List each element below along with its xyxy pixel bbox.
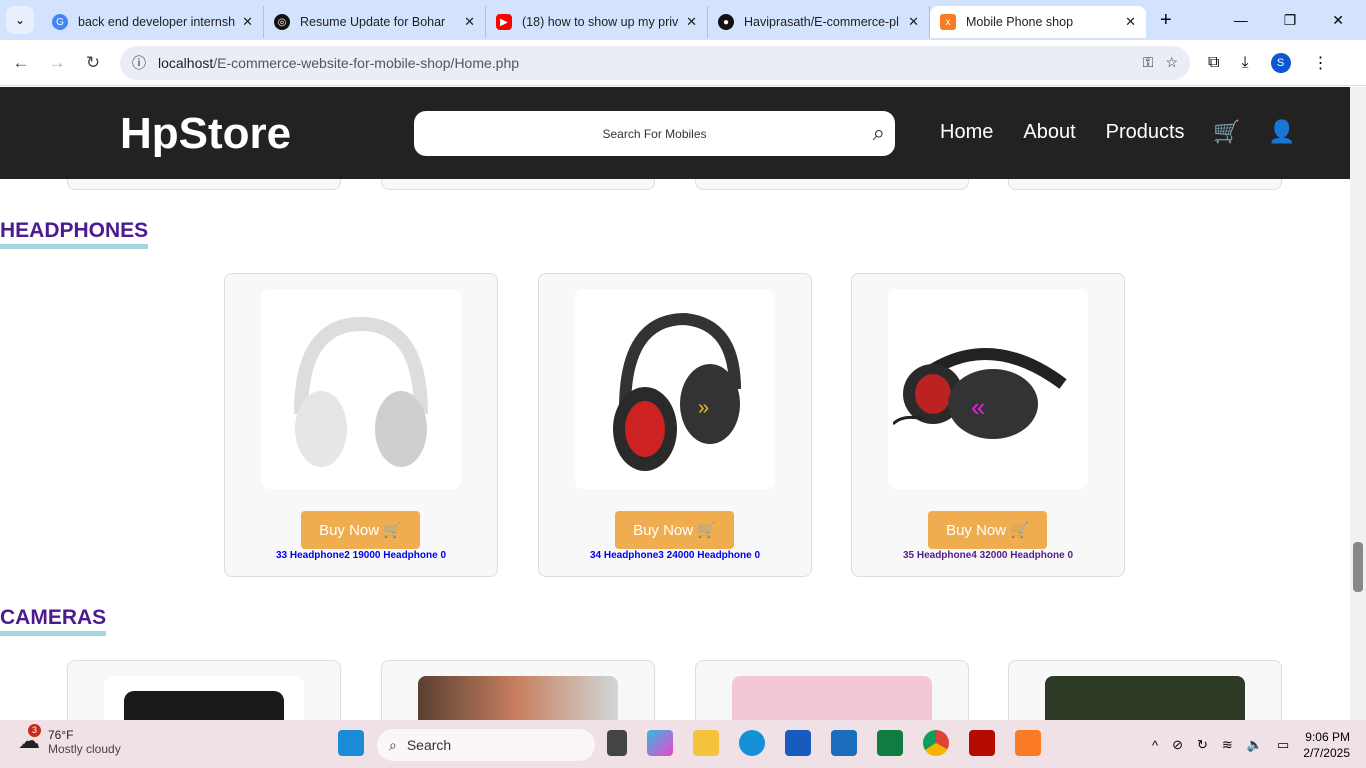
browser-tab[interactable]: ● Haviprasath/E-commerce-pl ✕ bbox=[708, 6, 930, 38]
network-off-icon[interactable]: ⊘ bbox=[1172, 737, 1183, 753]
nav-products[interactable]: Products bbox=[1106, 121, 1185, 144]
section-title-headphones: HEADPHONES bbox=[0, 218, 149, 249]
buy-now-button[interactable]: Buy Now 🛒 bbox=[928, 511, 1047, 549]
product-card: Buy Now 🛒 33 Headphone2 19000 Headphone … bbox=[224, 273, 498, 577]
search-input[interactable]: Search For Mobiles ⌕ bbox=[414, 111, 895, 156]
youtube-icon: ▶ bbox=[496, 14, 512, 30]
windows-start-icon[interactable] bbox=[338, 730, 364, 756]
product-card: « Buy Now 🛒 35 Headphone4 32000 Headphon… bbox=[851, 273, 1125, 577]
site-header: HpStore Search For Mobiles ⌕ Home About P… bbox=[0, 87, 1350, 179]
volume-icon[interactable]: 🔈 bbox=[1247, 737, 1263, 753]
close-tab-icon[interactable]: ✕ bbox=[464, 14, 475, 30]
product-image-headphone-white[interactable] bbox=[261, 289, 461, 489]
extensions-icon[interactable]: ⧉ bbox=[1208, 54, 1219, 72]
tab-strip: ⌄ Gback end developer internsh ✕ ◎ Resume … bbox=[0, 0, 1366, 40]
copilot-icon[interactable] bbox=[647, 730, 673, 756]
section-title-cameras: CAMERAS bbox=[0, 605, 107, 636]
bookmark-star-icon[interactable]: ☆ bbox=[1165, 54, 1178, 71]
close-window-icon[interactable]: ✕ bbox=[1332, 12, 1344, 29]
back-icon[interactable]: ← bbox=[12, 53, 30, 73]
github-icon: ● bbox=[718, 14, 734, 30]
battery-icon[interactable]: ▭ bbox=[1277, 737, 1289, 753]
close-tab-icon[interactable]: ✕ bbox=[242, 14, 253, 30]
reload-icon[interactable]: ↻ bbox=[84, 53, 102, 73]
cloud-icon: ☁ 3 bbox=[18, 724, 41, 753]
product-image-camera[interactable] bbox=[732, 676, 932, 720]
acrobat-icon[interactable] bbox=[969, 730, 995, 756]
restore-icon[interactable]: ❐ bbox=[1284, 12, 1297, 29]
forward-icon[interactable]: → bbox=[48, 53, 66, 73]
browser-tab-active[interactable]: x Mobile Phone shop ✕ bbox=[930, 6, 1146, 38]
xampp-icon: x bbox=[940, 14, 956, 30]
page-scrollbar[interactable] bbox=[1350, 87, 1366, 720]
taskbar-search[interactable]: ⌕ Search bbox=[377, 729, 595, 761]
clock[interactable]: 9:06 PM 2/7/2025 bbox=[1303, 729, 1350, 761]
weather-widget[interactable]: ☁ 3 76°F Mostly cloudy bbox=[18, 724, 121, 756]
chatgpt-icon: ◎ bbox=[274, 14, 290, 30]
chrome-icon[interactable] bbox=[923, 730, 949, 756]
scrollbar-thumb[interactable] bbox=[1353, 542, 1363, 592]
profile-avatar[interactable]: S bbox=[1270, 52, 1291, 73]
taskbar: ☁ 3 76°F Mostly cloudy ⌕ Search ^ ⊘ ↻ ≋ 🔈 ▭… bbox=[0, 720, 1366, 768]
product-card: » Buy Now 🛒 34 Headphone3 24000 Headphon… bbox=[538, 273, 812, 577]
nav-about[interactable]: About bbox=[1023, 121, 1075, 144]
file-explorer-icon[interactable] bbox=[693, 730, 719, 756]
nav-home[interactable]: Home bbox=[940, 121, 993, 144]
site-info-icon[interactable]: ⓘ bbox=[132, 53, 146, 73]
wifi-icon[interactable]: ≋ bbox=[1222, 737, 1233, 753]
menu-icon[interactable]: ⋮ bbox=[1313, 53, 1329, 73]
product-image-headphone-rgb[interactable]: « bbox=[888, 289, 1088, 489]
toolbar: ← → ↻ ⓘ localhost/E-commerce-website-for… bbox=[0, 40, 1366, 86]
google-icon: G bbox=[52, 14, 68, 30]
download-icon[interactable]: ⤓ bbox=[1241, 54, 1248, 72]
product-card bbox=[67, 660, 341, 720]
product-image-camera[interactable] bbox=[418, 676, 618, 720]
browser-tab[interactable]: ◎ Resume Update for Bohar ✕ bbox=[264, 6, 486, 38]
product-card bbox=[695, 660, 969, 720]
store-icon[interactable] bbox=[831, 730, 857, 756]
site-logo[interactable]: HpStore bbox=[120, 109, 291, 159]
product-card bbox=[381, 660, 655, 720]
search-icon: ⌕ bbox=[389, 736, 397, 753]
product-image-camera[interactable] bbox=[104, 676, 304, 720]
new-tab-button[interactable]: + bbox=[1160, 9, 1172, 32]
product-info-link[interactable]: 35 Headphone4 32000 Headphone 0 bbox=[852, 550, 1124, 561]
close-tab-icon[interactable]: ✕ bbox=[1125, 14, 1136, 30]
address-bar[interactable]: ⓘ localhost/E-commerce-website-for-mobil… bbox=[120, 45, 1190, 80]
close-tab-icon[interactable]: ✕ bbox=[908, 14, 919, 30]
browser-tab[interactable]: ▶ (18) how to show up my priv ✕ bbox=[486, 6, 708, 38]
close-tab-icon[interactable]: ✕ bbox=[686, 14, 697, 30]
product-image-camera[interactable] bbox=[1045, 676, 1245, 720]
excel-icon[interactable] bbox=[877, 730, 903, 756]
product-info-link[interactable]: 33 Headphone2 19000 Headphone 0 bbox=[225, 550, 497, 561]
show-hidden-icons[interactable]: ^ bbox=[1152, 738, 1158, 753]
web-page: HpStore Search For Mobiles ⌕ Home About P… bbox=[0, 87, 1350, 720]
user-icon[interactable]: 👤 bbox=[1268, 119, 1295, 145]
task-view-icon[interactable] bbox=[607, 730, 627, 756]
search-icon[interactable]: ⌕ bbox=[873, 120, 885, 146]
password-key-icon[interactable]: ⚿ bbox=[1143, 54, 1154, 71]
xampp-icon[interactable] bbox=[1015, 730, 1041, 756]
product-image-headphone-gaming[interactable]: » bbox=[575, 289, 775, 489]
browser-tab[interactable]: Gback end developer internsh ✕ bbox=[42, 6, 264, 38]
sync-icon[interactable]: ↻ bbox=[1197, 737, 1208, 753]
buy-now-button[interactable]: Buy Now 🛒 bbox=[301, 511, 420, 549]
product-card bbox=[1008, 660, 1282, 720]
word-icon[interactable] bbox=[785, 730, 811, 756]
buy-now-button[interactable]: Buy Now 🛒 bbox=[615, 511, 734, 549]
edge-icon[interactable] bbox=[739, 730, 765, 756]
svg-text:»: » bbox=[698, 397, 709, 419]
product-info-link[interactable]: 34 Headphone3 24000 Headphone 0 bbox=[539, 550, 811, 561]
cart-icon[interactable]: 🛒 bbox=[1213, 119, 1240, 145]
minimize-icon[interactable]: — bbox=[1234, 12, 1248, 29]
tab-search-button[interactable]: ⌄ bbox=[6, 6, 34, 34]
svg-text:«: « bbox=[971, 392, 985, 422]
